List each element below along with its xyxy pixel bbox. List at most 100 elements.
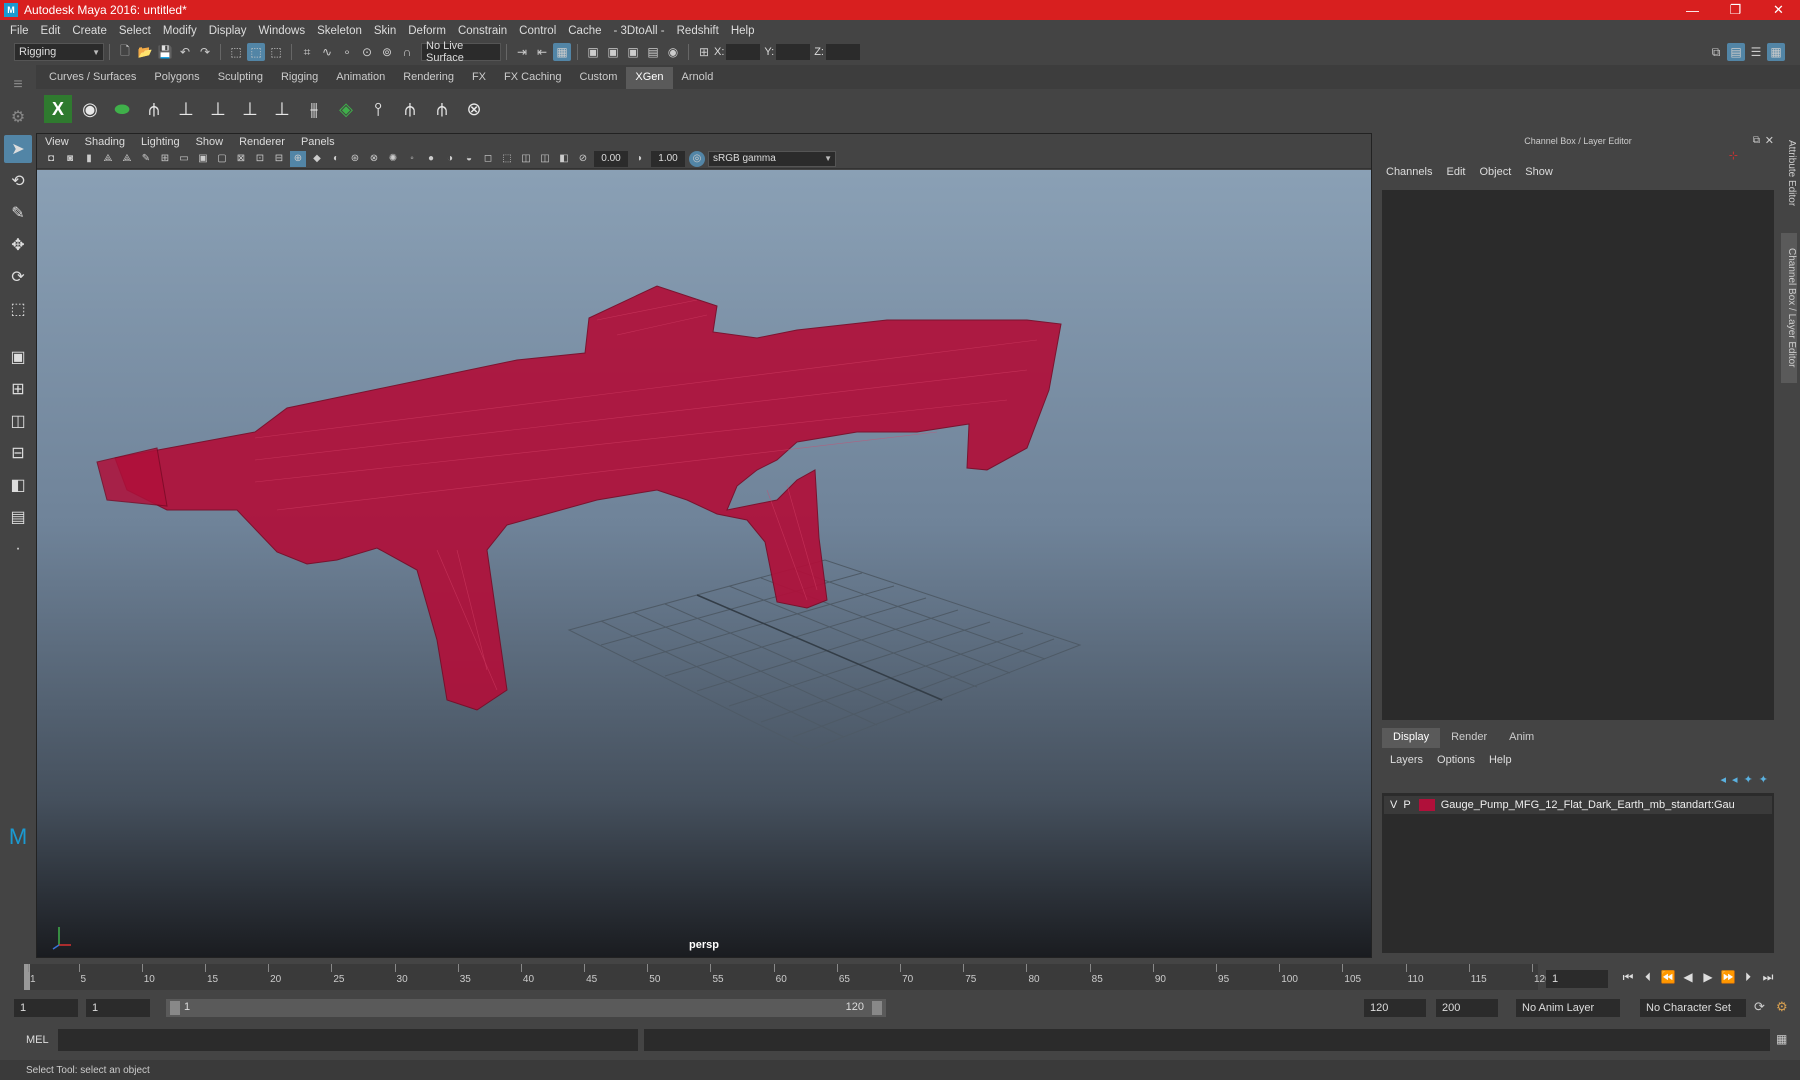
range-end-handle[interactable] <box>872 1001 882 1015</box>
create-layer-selected-icon[interactable]: ✦ <box>1759 773 1768 786</box>
menu-deform[interactable]: Deform <box>402 25 452 37</box>
animation-start-field[interactable]: 1 <box>14 999 78 1017</box>
smooth-shade-icon[interactable]: ◆ <box>309 151 325 167</box>
xray-icon[interactable]: ◫ <box>518 151 534 167</box>
tab-xgen[interactable]: XGen <box>626 67 673 89</box>
isolate-select-icon[interactable]: ⬚ <box>499 151 515 167</box>
animation-end-field[interactable]: 200 <box>1436 999 1498 1017</box>
menu-file[interactable]: File <box>4 25 35 37</box>
viewport-menu-panels[interactable]: Panels <box>301 136 335 148</box>
viewport-menu-view[interactable]: View <box>45 136 69 148</box>
camera-select-icon[interactable]: ◘ <box>43 151 59 167</box>
antialias-icon[interactable]: ◒ <box>461 151 477 167</box>
grid-icon[interactable]: ⊞ <box>157 151 173 167</box>
tab-render[interactable]: Render <box>1440 728 1498 748</box>
insert-guide-icon[interactable]: ⊥ <box>204 95 232 123</box>
snap-view-icon[interactable]: ⊙ <box>358 43 376 61</box>
playback-end-field[interactable]: 120 <box>1364 999 1426 1017</box>
side-by-side-icon[interactable]: ◫ <box>4 407 32 435</box>
menu-edit[interactable]: Edit <box>35 25 67 37</box>
3d-scene[interactable]: persp <box>37 170 1371 957</box>
viewport-menu-renderer[interactable]: Renderer <box>239 136 285 148</box>
range-slider[interactable]: 1 120 <box>166 999 886 1017</box>
menu-select[interactable]: Select <box>113 25 157 37</box>
snap-surface-icon[interactable]: ⊚ <box>378 43 396 61</box>
two-d-pan-icon[interactable]: ⟁ <box>119 151 135 167</box>
exposure-field[interactable]: 0.00 <box>594 150 628 167</box>
wireframe-on-shaded-icon[interactable]: ⊛ <box>347 151 363 167</box>
time-slider-track[interactable]: 1 5 10 15 20 25 30 35 40 45 50 55 60 65 70 75 80 85 90 95 10… <box>24 964 1551 990</box>
groom-cut-icon[interactable]: ⫛ <box>396 95 424 123</box>
wireframe-icon[interactable]: ⊕ <box>290 150 306 167</box>
live-surface-field[interactable]: No Live Surface <box>421 40 501 64</box>
film-gate-icon[interactable]: ▭ <box>176 151 192 167</box>
four-view-icon[interactable]: ⊞ <box>4 375 32 403</box>
layer-visibility-toggle[interactable]: V <box>1390 799 1397 811</box>
layer-name[interactable]: Gauge_Pump_MFG_12_Flat_Dark_Earth_mb_sta… <box>1441 799 1735 811</box>
preferences-icon[interactable]: ⚙ <box>1776 999 1788 1015</box>
move-tool-icon[interactable]: ✥ <box>4 231 32 259</box>
menu-skeleton[interactable]: Skeleton <box>311 25 368 37</box>
snap-point-icon[interactable]: ∘ <box>338 43 356 61</box>
gamma-field[interactable]: 1.00 <box>651 150 685 167</box>
step-back-frame-icon[interactable]: ⏴ <box>1638 970 1658 985</box>
menu-skin[interactable]: Skin <box>368 25 402 37</box>
command-input[interactable] <box>58 1029 638 1051</box>
lasso-tool-icon[interactable]: ⟲ <box>4 167 32 195</box>
step-forward-frame-icon[interactable]: ⏵ <box>1738 970 1758 985</box>
tab-curves-surfaces[interactable]: Curves / Surfaces <box>40 67 145 89</box>
current-frame-field[interactable]: 1 <box>1546 970 1608 988</box>
tab-rendering[interactable]: Rendering <box>394 67 463 89</box>
edit-menu[interactable]: Edit <box>1446 166 1465 178</box>
xgen-collection-icon[interactable]: ⬬ <box>108 95 136 123</box>
layers-menu[interactable]: Layers <box>1390 754 1423 766</box>
help-menu[interactable]: Help <box>1489 754 1512 766</box>
render-frame-icon[interactable]: ▣ <box>604 43 622 61</box>
field-chart-icon[interactable]: ⊠ <box>233 151 249 167</box>
select-object-icon[interactable]: ⬚ <box>247 43 265 61</box>
menu-cache[interactable]: Cache <box>562 25 607 37</box>
command-language-label[interactable]: MEL <box>26 1034 49 1046</box>
tab-custom[interactable]: Custom <box>571 67 627 89</box>
lock-guide-icon[interactable]: ⊥ <box>268 95 296 123</box>
channel-box-toggle-icon[interactable]: ▦ <box>1767 43 1785 61</box>
menu-modify[interactable]: Modify <box>157 25 203 37</box>
time-slider[interactable]: 1 5 10 15 20 25 30 35 40 45 50 55 60 65 70 75 80 85 90 95 10… <box>0 960 1800 994</box>
color-space-dropdown[interactable]: sRGB gamma ▼ <box>708 150 836 167</box>
menu-set-dropdown[interactable]: Rigging ▼ <box>14 43 104 61</box>
snap-curve-icon[interactable]: ∿ <box>318 43 336 61</box>
menu-constrain[interactable]: Constrain <box>452 25 513 37</box>
xgen-editor-icon[interactable]: X <box>44 95 72 123</box>
go-to-start-icon[interactable]: ⏮ <box>1618 970 1638 985</box>
viewport-menu-show[interactable]: Show <box>196 136 224 148</box>
open-scene-icon[interactable]: 📂 <box>136 43 154 61</box>
snap-grid-icon[interactable]: ⌗ <box>298 43 316 61</box>
workspace-icon[interactable]: ⧉ <box>1707 43 1725 61</box>
layer-playback-toggle[interactable]: P <box>1403 799 1410 811</box>
script-editor-icon[interactable]: ▦ <box>1776 1032 1787 1046</box>
range-start-handle[interactable] <box>170 1001 180 1015</box>
shelf-menu-icon[interactable]: ≡ <box>4 71 32 99</box>
undo-icon[interactable]: ↶ <box>176 43 194 61</box>
menu-redshift[interactable]: Redshift <box>671 25 725 37</box>
color-management-icon[interactable]: ◎ <box>689 150 705 167</box>
grease-pencil-icon[interactable]: ✎ <box>138 151 154 167</box>
render-view-icon[interactable]: ▣ <box>584 43 602 61</box>
gamma-icon[interactable]: ◗ <box>632 151 648 167</box>
tab-channel-box-layer-editor[interactable]: Channel Box / Layer Editor <box>1781 233 1797 383</box>
motion-blur-icon[interactable]: ◑ <box>442 151 458 167</box>
persp-outliner-icon[interactable]: ◧ <box>4 471 32 499</box>
layout-toggle-icon[interactable]: · <box>4 535 32 563</box>
default-material-icon[interactable]: ◐ <box>328 151 344 167</box>
image-plane-icon[interactable]: ⟁ <box>100 151 116 167</box>
create-empty-layer-icon[interactable]: ✦ <box>1744 773 1753 786</box>
tab-attribute-editor[interactable]: Attribute Editor <box>1781 133 1797 213</box>
xray-active-icon[interactable]: ◫ <box>537 151 553 167</box>
input-ops-icon[interactable]: ⇥ <box>513 43 531 61</box>
gate-mask-icon[interactable]: ▢ <box>214 151 230 167</box>
shadows-icon[interactable]: ◦ <box>404 151 420 167</box>
step-forward-key-icon[interactable]: ⏩ <box>1718 970 1738 985</box>
auto-key-icon[interactable]: ⟳ <box>1754 999 1765 1015</box>
x-field[interactable] <box>726 44 761 60</box>
channel-box-body[interactable] <box>1382 190 1774 720</box>
